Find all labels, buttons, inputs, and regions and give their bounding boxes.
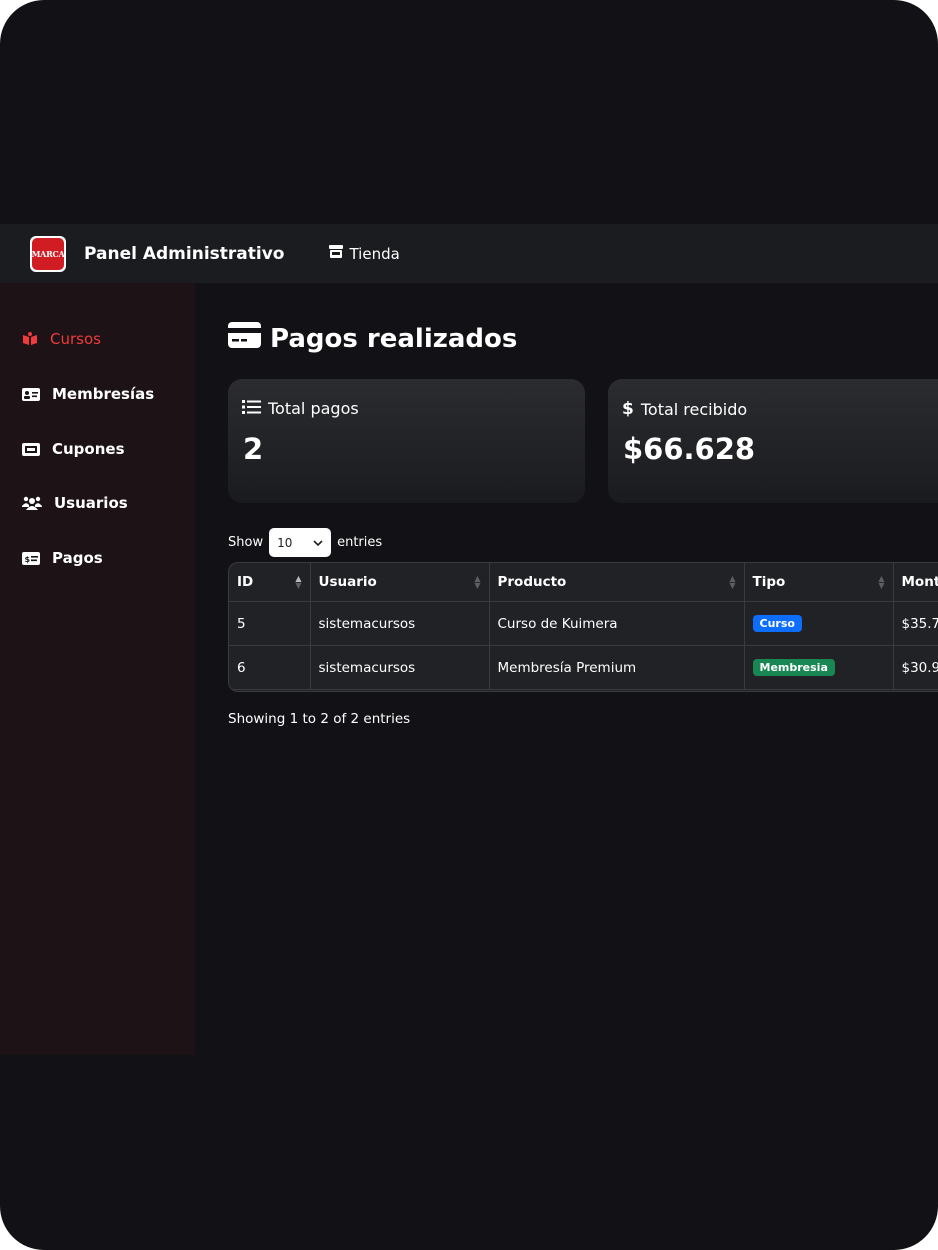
cell-usuario: sistemacursos xyxy=(310,645,490,690)
ticket-icon xyxy=(22,442,40,456)
sort-icon: ▲ ▼ xyxy=(474,574,481,590)
stat-card-value: $66.628 xyxy=(623,432,756,466)
dollar-icon: $ xyxy=(622,399,634,419)
id-card-icon xyxy=(22,387,40,401)
sidebar-item-cursos[interactable]: Cursos xyxy=(22,330,101,348)
stat-card-label: $ Total recibido xyxy=(622,399,747,419)
entries-per-page-value: 10 xyxy=(277,535,293,550)
sidebar-item-membresias[interactable]: Membresías xyxy=(22,385,154,403)
column-header-label: ID xyxy=(237,574,254,590)
type-badge: Membresia xyxy=(752,659,835,676)
cell-id: 5 xyxy=(229,601,311,646)
credit-card-icon xyxy=(228,322,261,355)
store-link[interactable]: Tienda xyxy=(328,244,400,263)
cell-tipo: Curso xyxy=(744,601,894,646)
column-header-producto[interactable]: Producto ▲ ▼ xyxy=(489,563,745,602)
payments-table: ID ▲▼ Usuario ▲▼ Producto ▲▼ Tipo ▲▼ xyxy=(228,562,938,692)
sort-icon: ▲ ▼ xyxy=(295,574,302,590)
table-row: 5 sistemacursos Curso de Kuimera Curso $… xyxy=(229,601,938,646)
page-title-text: Pagos realizados xyxy=(270,323,518,354)
sort-icon: ▲ ▼ xyxy=(878,574,885,590)
sort-icon: ▲ ▼ xyxy=(729,574,736,590)
column-header-label: Tipo xyxy=(752,574,786,590)
sidebar-item-label: Cursos xyxy=(50,330,101,348)
users-icon xyxy=(22,496,42,510)
sidebar: Cursos Membresías Cupones Usuarios $ Pag… xyxy=(0,283,195,1055)
stat-card-label-text: Total recibido xyxy=(640,399,748,419)
cell-usuario: sistemacursos xyxy=(310,601,490,646)
cell-tipo: Membresia xyxy=(744,645,894,690)
column-header-label: Producto xyxy=(497,574,567,590)
page-title: Pagos realizados xyxy=(228,322,517,355)
length-suffix: entries xyxy=(337,535,383,550)
cell-id: 6 xyxy=(229,645,311,690)
stat-card-total-pagos: Total pagos 2 xyxy=(228,379,585,503)
table-header-row: ID ▲▼ Usuario ▲▼ Producto ▲▼ Tipo ▲▼ xyxy=(229,563,938,602)
column-header-monto[interactable]: Monto xyxy=(893,563,938,602)
cell-monto: $30.928 xyxy=(893,645,938,690)
stat-card-total-recibido: $ Total recibido $66.628 xyxy=(608,379,938,503)
column-header-label: Monto xyxy=(901,574,938,590)
stat-card-label: Total pagos xyxy=(242,399,359,418)
column-header-usuario[interactable]: Usuario ▲ ▼ xyxy=(310,563,490,602)
length-prefix: Show xyxy=(228,535,264,550)
sidebar-item-label: Usuarios xyxy=(54,494,128,512)
sidebar-item-pagos[interactable]: $ Pagos xyxy=(22,549,103,567)
column-header-label: Usuario xyxy=(318,574,377,590)
entries-per-page-select[interactable]: 10 xyxy=(269,528,332,557)
money-check-icon: $ xyxy=(22,551,40,565)
stat-card-value: 2 xyxy=(243,432,264,466)
brand-title[interactable]: Panel Administrativo xyxy=(84,244,284,264)
chevron-down-icon xyxy=(313,536,323,550)
column-header-id[interactable]: ID ▲ ▼ xyxy=(229,563,311,602)
svg-text:$: $ xyxy=(25,555,31,564)
book-open-icon xyxy=(22,332,38,346)
table-length-control: Show 10 entries xyxy=(228,528,382,557)
table-info: Showing 1 to 2 of 2 entries xyxy=(228,711,411,727)
table-row: 6 sistemacursos Membresía Premium Membre… xyxy=(229,645,938,690)
type-badge: Curso xyxy=(752,615,802,632)
brand-logo-text: MARCA xyxy=(32,237,65,270)
sidebar-item-usuarios[interactable]: Usuarios xyxy=(22,494,128,512)
sidebar-item-label: Cupones xyxy=(52,440,125,458)
top-navbar: MARCA Panel Administrativo Tienda xyxy=(0,224,938,283)
column-header-tipo[interactable]: Tipo ▲ ▼ xyxy=(744,563,894,602)
cell-monto: $35.700 xyxy=(893,601,938,646)
app-frame: MARCA Panel Administrativo Tienda Cursos… xyxy=(0,0,938,1250)
cell-producto: Membresía Premium xyxy=(489,645,745,690)
list-icon xyxy=(242,399,261,418)
sidebar-item-cupones[interactable]: Cupones xyxy=(22,440,125,458)
sidebar-item-label: Pagos xyxy=(52,549,103,567)
cell-producto: Curso de Kuimera xyxy=(489,601,745,646)
brand-logo[interactable]: MARCA xyxy=(30,235,66,272)
sidebar-item-label: Membresías xyxy=(52,385,155,403)
stat-card-label-text: Total pagos xyxy=(268,399,359,418)
store-icon xyxy=(328,244,344,263)
store-link-label: Tienda xyxy=(349,244,400,263)
